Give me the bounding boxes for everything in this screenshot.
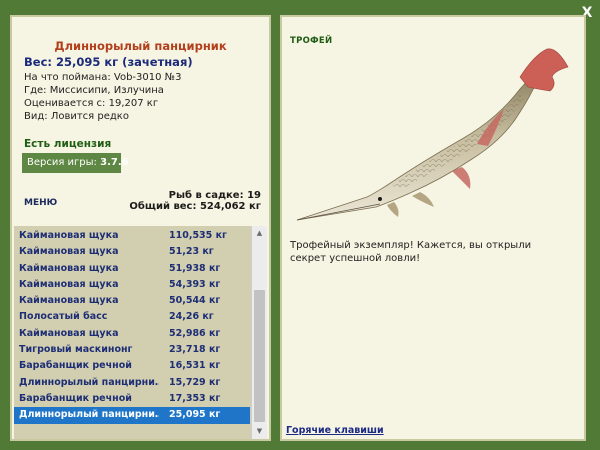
fish-list-item[interactable]: Каймановая щука 50,544 кг: [14, 293, 250, 309]
fish-weight-value: 51,23 кг: [169, 246, 214, 258]
fish-weight: Вес: 25,095 кг (зачетная): [24, 55, 193, 69]
rarity-detail: Вид: Ловится редко: [24, 111, 129, 122]
fish-weight-value: 110,535 кг: [169, 230, 227, 241]
bait-detail: На что поймана: Vob-3010 №3: [24, 72, 182, 83]
list-scrollbar[interactable]: ▲ ▼: [251, 226, 267, 439]
fish-weight-value: 17,353 кг: [169, 392, 221, 404]
fish-name: Полосатый басс: [19, 311, 108, 323]
fish-list-item[interactable]: Каймановая щука 51,938 кг: [14, 261, 250, 277]
fish-list-item[interactable]: Каймановая щука 110,535 кг: [14, 228, 250, 244]
fish-weight-value: 24,26 кг: [169, 311, 214, 323]
fish-list: Каймановая щука 110,535 кг Каймановая щука…: [14, 226, 267, 439]
fish-weight-value: 52,986 кг: [169, 327, 221, 339]
fish-list-item[interactable]: Барабанщик речной 17,353 кг: [14, 391, 250, 407]
total-weight: Общий вес: 524,062 кг: [129, 201, 261, 212]
fish-weight-value: 15,729 кг: [169, 376, 221, 388]
fish-list-item[interactable]: Каймановая щука 52,986 кг: [14, 326, 250, 342]
menu-button[interactable]: МЕНЮ: [24, 198, 57, 208]
fish-name: Тигровый маскинонг: [19, 344, 133, 356]
fish-list-rows: Каймановая щука 110,535 кг Каймановая щука…: [14, 228, 250, 424]
trophy-message: Трофейный экземпляр! Кажется, вы открыли…: [290, 240, 532, 264]
fish-list-item[interactable]: Барабанщик речной 16,531 кг: [14, 358, 250, 374]
hotkeys-link[interactable]: Горячие клавиши: [286, 425, 384, 436]
fish-list-item[interactable]: Тигровый маскинонг 23,718 кг: [14, 342, 250, 358]
fish-name: Длиннорылый панцирни…: [19, 409, 159, 421]
location-detail: Где: Миссисипи, Излучина: [24, 85, 164, 96]
scroll-thumb[interactable]: [254, 290, 265, 422]
gar-fish-icon: [296, 48, 569, 221]
fish-name: Барабанщик речной: [19, 392, 132, 404]
version-value: 3.7.6: [100, 157, 129, 168]
trophy-label: ТРОФЕЙ: [290, 36, 333, 46]
fish-weight-value: 51,938 кг: [169, 262, 221, 274]
fish-name: Каймановая щука: [19, 230, 119, 241]
valuation-detail: Оценивается с: 19,207 кг: [24, 98, 159, 109]
fish-weight-value: 16,531 кг: [169, 360, 221, 372]
fish-info-panel: Длиннорылый панцирник Вес: 25,095 кг (за…: [10, 15, 271, 441]
fish-name: Каймановая щука: [19, 327, 119, 339]
fish-list-item[interactable]: Длиннорылый панцирни… 25,095 кг: [14, 407, 250, 424]
scroll-up-icon[interactable]: ▲: [252, 226, 267, 241]
fish-weight-value: 50,544 кг: [169, 295, 221, 307]
fish-name: Длиннорылый панцирни…: [19, 376, 159, 388]
scroll-down-icon[interactable]: ▼: [252, 424, 267, 439]
game-version: Версия игры: 3.7.6: [22, 153, 129, 173]
version-label: Версия игры:: [27, 157, 97, 168]
fish-name: Каймановая щука: [19, 278, 119, 290]
fish-name: Каймановая щука: [19, 246, 119, 258]
fish-list-item[interactable]: Каймановая щука 54,393 кг: [14, 277, 250, 293]
catch-count: Рыб в садке: 19: [168, 190, 261, 201]
fish-title: Длиннорылый панцирник: [54, 39, 227, 53]
fish-list-item[interactable]: Полосатый басс 24,26 кг: [14, 309, 250, 325]
trophy-panel: ТРОФЕЙ Трофейный экземпляр! Кажется, вы …: [280, 15, 586, 441]
fish-weight-value: 23,718 кг: [169, 344, 221, 356]
fish-name: Каймановая щука: [19, 295, 119, 307]
fish-name: Каймановая щука: [19, 262, 119, 274]
fish-weight-value: 25,095 кг: [169, 409, 221, 421]
fish-list-item[interactable]: Длиннорылый панцирни… 15,729 кг: [14, 375, 250, 391]
fish-name: Барабанщик речной: [19, 360, 132, 372]
license-status: Есть лицензия: [24, 138, 112, 150]
fish-list-item[interactable]: Каймановая щука 51,23 кг: [14, 244, 250, 260]
fish-weight-value: 54,393 кг: [169, 278, 221, 290]
